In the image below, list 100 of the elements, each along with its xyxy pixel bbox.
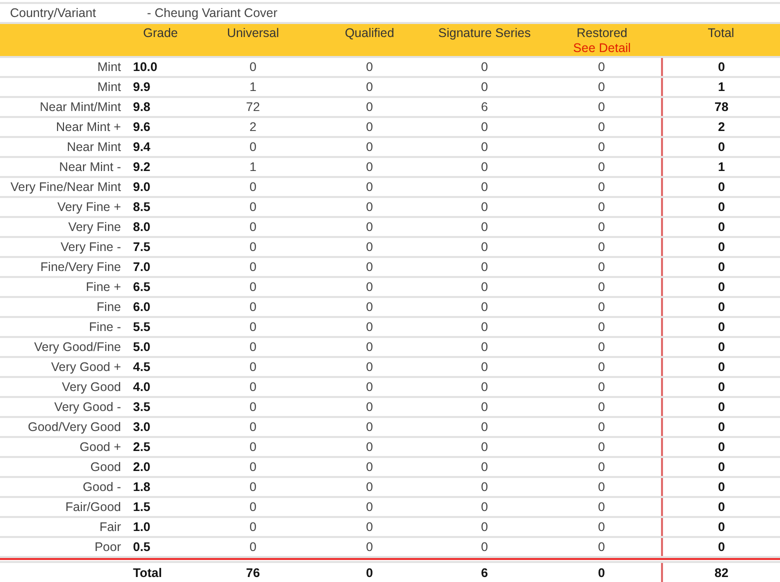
count-cell: 0 [312,477,427,497]
count-cell: 0 [427,137,542,157]
condition-label: Very Fine [0,217,127,237]
grade-value: 3.0 [127,417,194,437]
condition-label: Fine + [0,277,127,297]
count-cell: 0 [312,277,427,297]
grade-value: 8.5 [127,197,194,217]
count-cell: 0 [194,457,312,477]
count-cell: 0 [662,57,780,77]
total-value: 0 [542,562,662,582]
grade-value: 9.8 [127,97,194,117]
grade-value: 10.0 [127,57,194,77]
count-cell: 0 [542,477,662,497]
grade-value: 6.5 [127,277,194,297]
count-cell: 0 [427,357,542,377]
count-cell: 0 [662,457,780,477]
grade-value: 2.5 [127,437,194,457]
count-cell: 0 [194,177,312,197]
count-cell: 0 [662,477,780,497]
condition-label: Good [0,457,127,477]
count-cell: 0 [662,257,780,277]
count-cell: 1 [662,77,780,97]
count-cell: 0 [662,217,780,237]
count-cell: 0 [427,317,542,337]
count-cell: 0 [194,377,312,397]
grade-value: 9.9 [127,77,194,97]
count-cell: 0 [312,497,427,517]
count-cell: 1 [194,157,312,177]
total-value: 6 [427,562,542,582]
count-cell: 2 [662,117,780,137]
count-cell: 0 [312,197,427,217]
condition-label: Near Mint + [0,117,127,137]
count-cell: 0 [662,437,780,457]
column-title: Universal [226,26,280,40]
grade-value: 7.5 [127,237,194,257]
count-cell: 0 [194,137,312,157]
count-cell: 0 [542,197,662,217]
condition-label: Very Good [0,377,127,397]
count-cell: 0 [662,417,780,437]
count-cell: 0 [427,257,542,277]
count-cell: 0 [312,77,427,97]
count-cell: 0 [427,397,542,417]
condition-label: Near Mint - [0,157,127,177]
count-cell: 0 [542,217,662,237]
count-cell: 0 [542,317,662,337]
count-cell: 0 [427,117,542,137]
grade-value: 4.0 [127,377,194,397]
condition-label: Fine [0,297,127,317]
count-cell: 72 [194,97,312,117]
count-cell: 0 [312,57,427,77]
total-value: 76 [194,562,312,582]
count-cell: 0 [194,317,312,337]
column-title: Qualified [344,26,394,40]
grade-value: 1.5 [127,497,194,517]
count-cell: 0 [662,357,780,377]
condition-label: Near Mint/Mint [0,97,127,117]
condition-label: Mint [0,57,127,77]
column-title: Grade [143,26,178,40]
count-cell: 0 [194,277,312,297]
total-value: 0 [312,562,427,582]
total-label: Total [127,562,194,582]
count-cell: 0 [542,357,662,377]
count-cell: 0 [312,137,427,157]
condition-label: Good - [0,477,127,497]
grade-value: 2.0 [127,457,194,477]
count-cell: 0 [662,517,780,537]
count-cell: 0 [542,277,662,297]
count-cell: 0 [194,397,312,417]
count-cell: 0 [427,277,542,297]
count-cell: 0 [194,197,312,217]
count-cell: 0 [194,297,312,317]
condition-label: Fair/Good [0,497,127,517]
count-cell: 0 [194,337,312,357]
total-value: 82 [662,562,780,582]
count-cell: 0 [194,357,312,377]
condition-label: Very Good/Fine [0,337,127,357]
count-cell: 0 [194,477,312,497]
count-cell: 0 [427,457,542,477]
count-cell: 0 [312,217,427,237]
grade-value: 5.0 [127,337,194,357]
count-cell: 0 [312,157,427,177]
count-cell: 1 [662,157,780,177]
count-cell: 78 [662,97,780,117]
see-detail-link[interactable]: See Detail [546,41,658,56]
count-cell: 0 [427,477,542,497]
count-cell: 0 [427,177,542,197]
count-cell: 0 [662,237,780,257]
count-cell: 0 [542,157,662,177]
count-cell: 0 [427,157,542,177]
count-cell: 0 [427,197,542,217]
grade-value: 3.5 [127,397,194,417]
count-cell: 0 [312,437,427,457]
count-cell: 0 [662,137,780,157]
count-cell: 0 [194,217,312,237]
count-cell: 0 [427,77,542,97]
count-cell: 0 [312,317,427,337]
condition-label: Very Fine/Near Mint [0,177,127,197]
count-cell: 0 [427,377,542,397]
count-cell: 0 [542,237,662,257]
grade-value: 4.5 [127,357,194,377]
